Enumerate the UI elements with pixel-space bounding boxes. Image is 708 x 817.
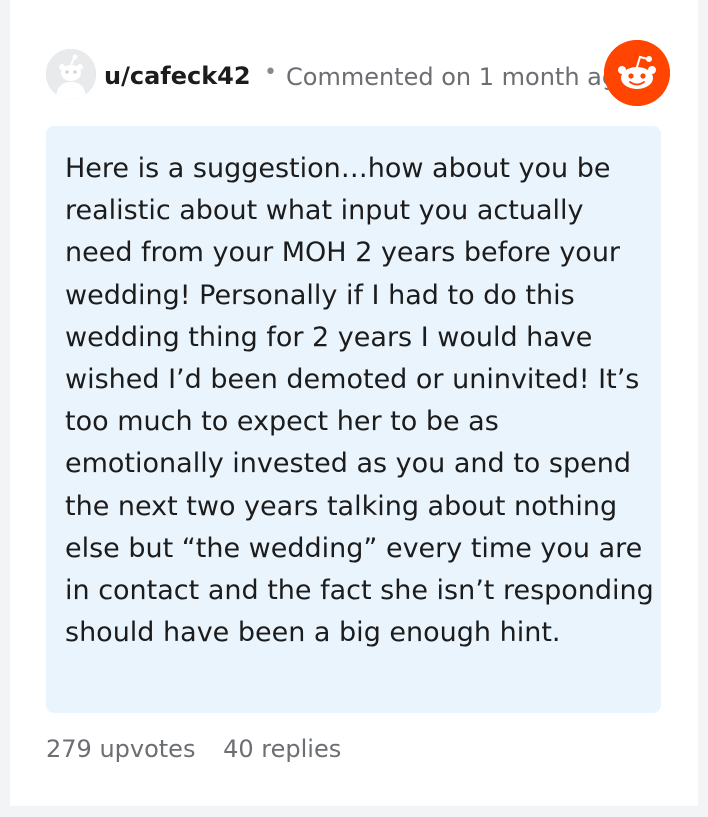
meta-separator: • [264,60,277,85]
comment-footer: 279 upvotes 40 replies [46,735,341,763]
comment-body: Here is a suggestion…how about you be re… [65,153,654,649]
reddit-snoo-icon [604,40,670,106]
username-link[interactable]: u/cafeck42 [104,62,251,90]
upvote-count[interactable]: 279 upvotes [46,735,195,763]
comment-header: u/cafeck42 • Commented on 1 month ago [46,40,686,106]
comment-card: u/cafeck42 • Commented on 1 month ago He… [10,0,698,806]
reply-count[interactable]: 40 replies [223,735,341,763]
user-avatar-icon[interactable] [46,49,96,99]
comment-body-box: Here is a suggestion…how about you be re… [46,126,661,713]
